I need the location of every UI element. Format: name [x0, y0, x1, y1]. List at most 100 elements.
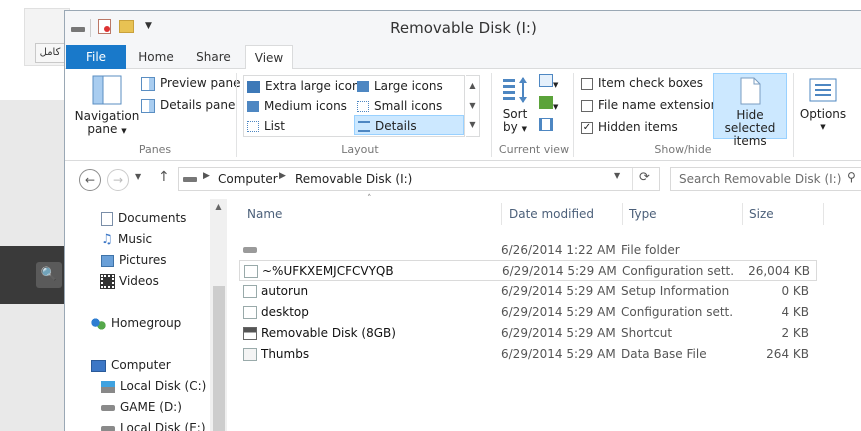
table-row[interactable]: autorun 6/29/2014 5:29 AM Setup Informat… [239, 281, 817, 302]
layout-details[interactable]: Details [354, 115, 464, 135]
layout-medium-icons[interactable]: Medium icons [247, 96, 347, 116]
add-columns-icon [539, 96, 553, 109]
group-divider [573, 73, 574, 157]
drive-icon [101, 425, 115, 431]
recent-locations-icon[interactable]: ▼ [135, 172, 141, 181]
more-icon[interactable]: ▼ [466, 116, 479, 134]
search-icon[interactable]: ⚲ [847, 170, 856, 184]
sidebar-item-local-disk-e[interactable]: Local Disk (E:) [101, 418, 206, 431]
sort-arrow-icon: ˄ [367, 194, 372, 204]
arrow-right-icon: → [112, 173, 124, 187]
forward-button[interactable]: → [107, 169, 129, 191]
refresh-icon[interactable]: ⟳ [639, 170, 650, 185]
group-by-button[interactable]: ▼ [539, 73, 558, 93]
breadcrumb-computer[interactable]: Computer [218, 172, 278, 186]
config-file-icon [244, 265, 258, 278]
layout-gallery-scroll[interactable]: ▲ ▼ ▼ [466, 75, 480, 137]
sidebar-item-local-disk-c[interactable]: Local Disk (C:) [101, 376, 206, 396]
back-button[interactable]: ← [79, 169, 101, 191]
background-search-icon[interactable]: 🔍 [36, 262, 62, 288]
column-divider[interactable] [742, 203, 743, 225]
sidebar-item-computer[interactable]: Computer [91, 355, 171, 375]
layout-group-label: Layout [341, 143, 379, 156]
drive-icon [183, 177, 197, 182]
sort-by-button[interactable]: Sort by ▼ [497, 75, 533, 136]
navigation-pane: Documents ♫ Music Pictures Videos Homegro… [65, 199, 225, 431]
setup-file-icon [243, 285, 257, 298]
size-columns-button[interactable] [539, 117, 553, 137]
table-row[interactable]: Thumbs 6/29/2014 5:29 AM Data Base File … [239, 344, 817, 365]
file-name-extensions-checkbox[interactable] [581, 99, 593, 112]
table-row[interactable]: 6/26/2014 1:22 AM File folder [239, 240, 817, 261]
shortcut-icon [243, 327, 257, 340]
sidebar-item-pictures[interactable]: Pictures [101, 250, 167, 270]
chevron-up-icon[interactable]: ▲ [210, 199, 227, 211]
item-check-boxes-checkbox[interactable] [581, 77, 593, 90]
layout-list[interactable]: List [247, 116, 285, 136]
hide-selected-items-icon [740, 77, 761, 105]
file-name-extensions-toggle[interactable]: File name extensions [581, 95, 725, 115]
add-columns-button[interactable]: ▼ [539, 95, 558, 115]
hide-selected-label-2: items [733, 134, 767, 148]
scrollbar-thumb[interactable] [213, 286, 225, 431]
column-divider[interactable] [501, 203, 502, 225]
arrow-left-icon: ← [84, 173, 96, 187]
search-box[interactable]: Search Removable Disk (I:) ⚲ [670, 167, 861, 191]
details-icon [358, 121, 370, 132]
check-icon[interactable]: ✓ [581, 121, 593, 134]
column-header-name[interactable]: Name [247, 203, 282, 225]
chevron-down-icon[interactable]: ▼ [614, 171, 620, 180]
column-divider[interactable] [823, 203, 824, 225]
navigation-bar: ← → ▼ ↑ ▶ Computer ▶ Removable Disk (I:)… [65, 162, 861, 198]
options-button[interactable]: Options ▼ [798, 75, 848, 134]
tab-share[interactable]: Share [186, 45, 241, 69]
chevron-down-icon: ▼ [121, 127, 127, 135]
tab-file[interactable]: File [66, 45, 126, 69]
breadcrumb-removable-disk[interactable]: Removable Disk (I:) [295, 172, 412, 186]
current-view-group-label: Current view [498, 143, 570, 156]
column-header-type[interactable]: Type [629, 203, 657, 225]
table-row[interactable]: Removable Disk (8GB) 6/29/2014 5:29 AM S… [239, 323, 817, 344]
sidebar-item-documents[interactable]: Documents [101, 208, 186, 228]
details-pane-icon [141, 98, 155, 113]
background-button[interactable]: كامل [35, 43, 65, 63]
address-bar[interactable]: ▶ Computer ▶ Removable Disk (I:) ▼ ⟳ [178, 167, 660, 191]
ribbon: Navigation pane ▼ Preview pane Details p… [65, 69, 861, 161]
tab-view[interactable]: View [245, 45, 293, 70]
sort-by-label-2: by [503, 120, 518, 134]
up-button[interactable]: ↑ [158, 169, 170, 185]
hide-selected-items-button[interactable]: Hide selected items [713, 73, 787, 148]
column-divider[interactable] [622, 203, 623, 225]
chevron-up-icon[interactable]: ▲ [466, 76, 479, 96]
table-row[interactable]: desktop 6/29/2014 5:29 AM Configuration … [239, 302, 817, 323]
table-row[interactable]: ~%UFKXEMJCFCVYQB 6/29/2014 5:29 AM Confi… [239, 260, 817, 281]
layout-gallery: Extra large icons Large icons Medium ico… [243, 75, 465, 137]
search-input[interactable]: Search Removable Disk (I:) [679, 172, 841, 186]
chevron-down-icon[interactable]: ▼ [466, 96, 479, 116]
sidebar-item-homegroup[interactable]: Homegroup [91, 313, 181, 333]
preview-pane-button[interactable]: Preview pane [141, 73, 240, 93]
details-pane-button[interactable]: Details pane [141, 95, 235, 115]
sidebar-item-videos[interactable]: Videos [100, 271, 159, 291]
details-pane-label: Details pane [160, 98, 236, 112]
window-title: Removable Disk (I:) [390, 19, 537, 37]
hidden-items-toggle[interactable]: ✓ Hidden items [581, 117, 678, 137]
item-check-boxes-toggle[interactable]: Item check boxes [581, 73, 703, 93]
panes-group-label: Panes [138, 143, 172, 156]
layout-small-icons[interactable]: Small icons [357, 96, 442, 116]
sidebar-item-music[interactable]: ♫ Music [101, 229, 152, 249]
layout-large-icons[interactable]: Large icons [357, 76, 443, 96]
layout-extra-large-icons[interactable]: Extra large icons [247, 76, 366, 96]
navigation-pane-button[interactable]: Navigation pane ▼ [73, 73, 141, 138]
sidebar-item-game-d[interactable]: GAME (D:) [101, 397, 182, 417]
tab-home[interactable]: Home [127, 45, 185, 69]
column-header-date[interactable]: Date modified [509, 203, 594, 225]
pictures-icon [101, 254, 114, 267]
medium-icons-icon [247, 101, 259, 112]
videos-icon [100, 274, 115, 289]
music-icon: ♫ [101, 231, 113, 247]
title-bar: ▼ Removable Disk (I:) [65, 11, 861, 45]
column-header-size[interactable]: Size [749, 203, 774, 225]
documents-icon [101, 211, 113, 226]
homegroup-icon [91, 316, 106, 331]
